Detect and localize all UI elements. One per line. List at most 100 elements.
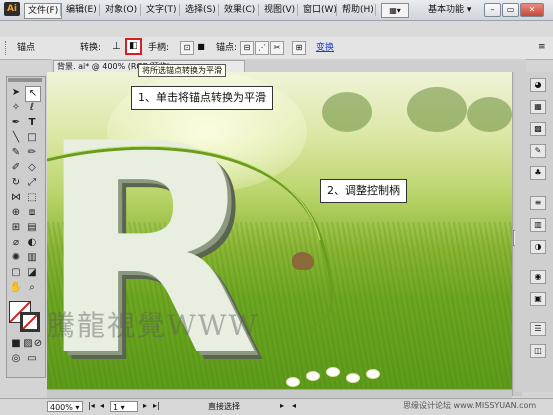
convert-corner-icon[interactable]: ⊥ <box>112 41 121 52</box>
draw-mode-icon[interactable]: ◎ <box>9 352 23 366</box>
close-button[interactable]: ✕ <box>520 3 544 17</box>
remove-anchor-icon[interactable]: ⊟ <box>240 41 254 55</box>
maximize-button[interactable]: ▭ <box>502 3 519 17</box>
layers-panel-icon[interactable]: ☰ <box>530 322 546 336</box>
daisy-flower <box>347 374 359 382</box>
slice-tool-icon[interactable]: ◪ <box>25 266 39 280</box>
daisy-flower <box>367 370 379 378</box>
zoom-tool-icon[interactable]: ⌕ <box>25 281 39 295</box>
screen-mode-icon[interactable]: ▭ <box>25 352 39 366</box>
perspective-grid-tool-icon[interactable]: ⧈ <box>25 206 39 220</box>
scroll-left-icon[interactable]: ◂ <box>292 401 296 410</box>
artboard-canvas[interactable]: R 騰龍視覺WWW 1、单击将锚点转换为平滑 2、调整控制柄 <box>47 72 512 396</box>
paintbrush-tool-icon[interactable]: ✎ <box>9 146 23 160</box>
rotate-tool-icon[interactable]: ↻ <box>9 176 23 190</box>
hide-handles-icon[interactable]: ■ <box>195 41 207 53</box>
grip-handle[interactable] <box>5 41 9 55</box>
artboard-number-field[interactable]: 1 ▾ <box>110 401 138 412</box>
toolbar-strip <box>0 21 553 38</box>
menu-view[interactable]: 视图(V) <box>261 3 298 17</box>
cut-path-icon[interactable]: ✂ <box>270 41 284 55</box>
workspace-switcher[interactable]: 基本功能 ▾ <box>428 3 471 17</box>
color-guide-icon[interactable]: ▦ <box>530 100 546 114</box>
connect-anchor-icon[interactable]: ⋰ <box>255 41 269 55</box>
anchor-label: 锚点 <box>17 43 36 53</box>
daisy-flower <box>307 372 319 380</box>
brushes-panel-icon[interactable]: ✎ <box>530 144 546 158</box>
transform-link[interactable]: 变换 <box>316 42 334 54</box>
panel-menu-icon[interactable]: ≡ <box>538 42 546 52</box>
next-artboard-icon[interactable]: ▸ <box>143 401 147 410</box>
graphic-styles-icon[interactable]: ▣ <box>530 292 546 306</box>
gradient-panel-icon[interactable]: ▥ <box>530 218 546 232</box>
swatches-panel-icon[interactable]: ▩ <box>530 122 546 136</box>
arrange-documents-button[interactable]: ▦▾ <box>381 3 409 18</box>
menu-divider <box>60 4 61 16</box>
menu-help[interactable]: 帮助(H) <box>339 3 377 17</box>
graph-tool-icon[interactable]: ▥ <box>25 251 39 265</box>
last-artboard-icon[interactable]: ▸| <box>153 401 160 410</box>
align-icon[interactable]: ⊞ <box>292 41 306 55</box>
convert-smooth-button[interactable]: ◧ <box>125 38 142 55</box>
artboard-tool-icon[interactable]: ▢ <box>9 266 23 280</box>
rectangle-tool-icon[interactable]: □ <box>25 131 39 145</box>
gradient-tool-icon[interactable]: ▤ <box>25 221 39 235</box>
scale-tool-icon[interactable]: ⤢ <box>25 176 39 190</box>
blend-tool-icon[interactable]: ◐ <box>25 236 39 250</box>
none-mode-icon[interactable]: ⊘ <box>33 337 43 351</box>
menu-effect[interactable]: 效果(C) <box>221 3 258 17</box>
width-tool-icon[interactable]: ⋈ <box>9 191 23 205</box>
artboards-panel-icon[interactable]: ◫ <box>530 344 546 358</box>
menu-divider <box>218 4 219 16</box>
tools-panel-header[interactable] <box>8 78 42 82</box>
menu-edit[interactable]: 编辑(E) <box>63 3 100 17</box>
show-handles-icon[interactable]: ⊡ <box>180 41 194 55</box>
app-logo: Ai <box>4 2 20 16</box>
handle-label: 手柄: <box>148 43 170 53</box>
status-menu-arrow-icon[interactable]: ▸ <box>280 401 284 410</box>
menu-divider <box>258 4 259 16</box>
watermark-text: 騰龍視覺WWW <box>47 309 260 342</box>
anchors-label: 锚点: <box>216 43 238 53</box>
zoom-field[interactable]: 400% ▾ <box>47 401 83 412</box>
smooth-anchor-icon: ◧ <box>129 41 138 51</box>
stroke-swatch[interactable] <box>20 312 40 332</box>
menu-divider <box>179 4 180 16</box>
step2-callout: 2、调整控制柄 <box>320 179 407 203</box>
pen-tool-icon[interactable]: ✒ <box>9 116 23 130</box>
menu-type[interactable]: 文字(T) <box>143 3 180 17</box>
symbol-sprayer-tool-icon[interactable]: ✺ <box>9 251 23 265</box>
menu-file[interactable]: 文件(F) <box>24 3 63 19</box>
minimize-button[interactable]: – <box>484 3 501 17</box>
eraser-tool-icon[interactable]: ◇ <box>25 161 39 175</box>
eyedropper-tool-icon[interactable]: ⌀ <box>9 236 23 250</box>
direct-selection-tool-icon[interactable]: ↖ <box>25 86 41 102</box>
line-tool-icon[interactable]: ╲ <box>9 131 23 145</box>
mesh-tool-icon[interactable]: ⊞ <box>9 221 23 235</box>
step1-callout: 1、单击将锚点转换为平滑 <box>131 86 273 110</box>
prev-artboard-icon[interactable]: ◂ <box>100 401 104 410</box>
hand-tool-icon[interactable]: ✋ <box>9 281 23 295</box>
symbols-panel-icon[interactable]: ♣ <box>530 166 546 180</box>
menu-select[interactable]: 选择(S) <box>182 3 219 17</box>
color-panel-icon[interactable]: ◕ <box>530 78 546 92</box>
blob-brush-tool-icon[interactable]: ✐ <box>9 161 23 175</box>
appearance-panel-icon[interactable]: ◉ <box>530 270 546 284</box>
shape-builder-tool-icon[interactable]: ⊕ <box>9 206 23 220</box>
magic-wand-tool-icon[interactable]: ✧ <box>9 101 23 115</box>
pencil-tool-icon[interactable]: ✏ <box>25 146 39 160</box>
workspace-label: 基本功能 <box>428 5 465 15</box>
zoom-value: 400% <box>50 403 73 412</box>
lasso-tool-icon[interactable]: ℓ <box>25 101 39 115</box>
selection-tool-icon[interactable]: ➤ <box>9 86 23 100</box>
tooltip: 将所选锚点转换为平滑 <box>138 64 226 77</box>
stroke-panel-icon[interactable]: ≡ <box>530 196 546 210</box>
type-tool-icon[interactable]: T <box>25 116 39 130</box>
transparency-panel-icon[interactable]: ◑ <box>530 240 546 254</box>
current-tool-status[interactable]: 直接选择 <box>208 401 240 412</box>
first-artboard-icon[interactable]: |◂ <box>88 401 95 410</box>
free-transform-tool-icon[interactable]: ⬚ <box>25 191 39 205</box>
menu-window[interactable]: 窗口(W) <box>300 3 340 17</box>
edited-path[interactable] <box>47 72 512 396</box>
menu-object[interactable]: 对象(O) <box>102 3 140 17</box>
